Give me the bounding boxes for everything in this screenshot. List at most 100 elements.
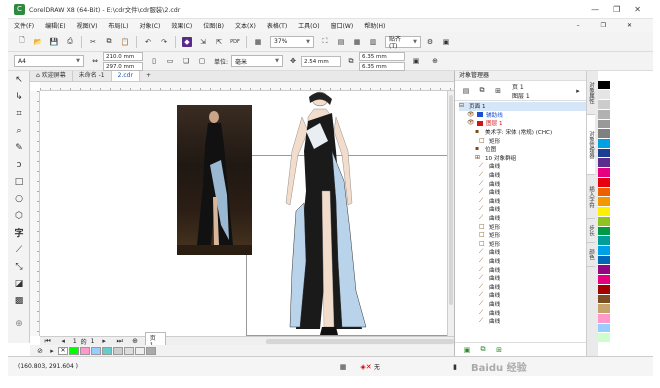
tree-item[interactable]: ⟋ 曲线 xyxy=(459,308,586,317)
menu-effects[interactable]: 效果(C) xyxy=(171,21,192,30)
tree-item[interactable]: ▪ 位图 xyxy=(459,145,586,154)
tree-item[interactable]: ⟋ 曲线 xyxy=(459,205,586,214)
duplicate-x-field[interactable]: 6.35 mm xyxy=(359,51,406,61)
undo-icon[interactable]: ↶ xyxy=(143,37,153,47)
doc-minimize-icon[interactable]: – xyxy=(577,22,580,29)
pick-tool-icon[interactable]: ↖ xyxy=(8,71,30,88)
print-icon[interactable]: ⎙ xyxy=(65,37,75,47)
tree-item[interactable]: ⟋ 曲线 xyxy=(459,317,586,326)
drawing-canvas[interactable] xyxy=(40,91,461,336)
freehand-tool-icon[interactable]: ✎ xyxy=(8,139,30,156)
color-swatch[interactable] xyxy=(113,346,123,355)
tree-item[interactable]: ▪ 美术字: 宋体 (常规) (CHC) xyxy=(459,128,586,137)
open-icon[interactable]: 📂 xyxy=(33,37,43,47)
redo-icon[interactable]: ↷ xyxy=(159,37,169,47)
cut-icon[interactable]: ✂ xyxy=(88,37,98,47)
palette-color-swatch[interactable] xyxy=(598,236,610,246)
color-swatch[interactable] xyxy=(69,346,79,355)
zoom-tool-icon[interactable]: ⌕ xyxy=(8,122,30,139)
palette-color-swatch[interactable] xyxy=(598,80,610,91)
horizontal-scroll-thumb[interactable] xyxy=(265,338,454,344)
menu-edit[interactable]: 编辑(E) xyxy=(45,21,65,30)
show-properties-icon[interactable]: ▤ xyxy=(461,86,471,96)
palette-color-swatch[interactable] xyxy=(598,294,610,305)
snap-to-select[interactable]: 贴齐(T) ▼ xyxy=(385,35,421,50)
palette-color-swatch[interactable] xyxy=(598,158,610,169)
all-pages-icon[interactable]: ❏ xyxy=(181,56,191,66)
copy-icon[interactable]: ⧉ xyxy=(104,37,114,47)
export-icon[interactable]: ⇱ xyxy=(214,37,224,47)
menu-layout[interactable]: 布局(L) xyxy=(108,21,128,30)
new-document-icon[interactable]: 🗋 xyxy=(17,36,27,47)
palette-color-swatch[interactable] xyxy=(598,245,610,256)
palette-color-swatch[interactable] xyxy=(598,71,610,81)
tree-item[interactable]: □ 矩形 xyxy=(459,231,586,240)
tree-item[interactable]: ⟋ 曲线 xyxy=(459,265,586,274)
palette-menu-icon[interactable]: ▸ xyxy=(47,346,57,356)
options-gear-icon[interactable]: ⚙ xyxy=(425,37,435,47)
palette-color-swatch[interactable] xyxy=(598,139,610,149)
tree-item[interactable]: ⟋ 曲线 xyxy=(459,214,586,223)
paste-icon[interactable]: 📋 xyxy=(120,37,130,47)
menu-text[interactable]: 文本(X) xyxy=(235,21,256,30)
color-swatch[interactable] xyxy=(91,346,101,355)
add-tool-icon[interactable]: ⊕ xyxy=(8,315,30,332)
palette-color-swatch[interactable] xyxy=(598,187,610,198)
tree-item[interactable]: ⟋ 曲线 xyxy=(459,162,586,171)
landscape-icon[interactable]: ▭ xyxy=(165,56,175,66)
add-icon[interactable]: ⊕ xyxy=(430,56,440,66)
palette-color-swatch[interactable] xyxy=(598,226,610,237)
minimize-icon[interactable]: — xyxy=(591,5,599,14)
fashion-illustration[interactable] xyxy=(262,91,382,336)
show-grid-icon[interactable]: ▦ xyxy=(352,37,362,47)
tree-item[interactable]: ⟋ 曲线 xyxy=(459,291,586,300)
ellipse-tool-icon[interactable]: ○ xyxy=(8,190,30,207)
tree-item[interactable]: □ 矩形 xyxy=(459,222,586,231)
color-swatch[interactable] xyxy=(146,346,156,355)
page-width-field[interactable]: 210.0 mm xyxy=(103,51,143,61)
tree-item[interactable]: □ 矩形 xyxy=(459,240,586,249)
color-swatch[interactable] xyxy=(135,346,145,355)
docker-menu-icon[interactable]: ▸ xyxy=(573,86,583,96)
treat-as-filled-icon[interactable]: ▣ xyxy=(411,56,421,66)
tree-item[interactable]: 👁 辅助线 xyxy=(459,111,586,120)
tab-welcome[interactable]: ⌂ 欢迎屏幕 xyxy=(30,71,73,81)
tree-item[interactable]: ⊞ 10 对象群组 xyxy=(459,154,586,163)
tree-item[interactable]: ⟋ 曲线 xyxy=(459,171,586,180)
shape-tool-icon[interactable]: ↳ xyxy=(8,88,30,105)
new-tab-icon[interactable]: + xyxy=(140,71,157,81)
palette-color-swatch[interactable] xyxy=(598,100,610,110)
crop-tool-icon[interactable]: ⌗ xyxy=(8,105,30,122)
palette-color-swatch[interactable] xyxy=(598,197,610,208)
publish-pdf-icon[interactable]: PDF xyxy=(230,37,240,47)
color-swatch[interactable] xyxy=(80,346,90,355)
connector-tool-icon[interactable]: ⤡ xyxy=(8,258,30,275)
search-content-icon[interactable]: ◆ xyxy=(182,36,192,47)
menu-bitmaps[interactable]: 位图(B) xyxy=(203,21,224,30)
tree-item[interactable]: 👁 图层 1 xyxy=(459,119,586,128)
tab-object-manager[interactable]: 对象管理器 xyxy=(587,115,595,175)
tab-object-properties[interactable]: 对象属性 xyxy=(587,71,595,115)
menu-object[interactable]: 对象(C) xyxy=(139,21,160,30)
menu-tools[interactable]: 工具(O) xyxy=(298,21,319,30)
tab-insert-character[interactable]: 插入字符 xyxy=(587,175,595,219)
launch-icon[interactable]: ▣ xyxy=(441,37,451,47)
palette-color-swatch[interactable] xyxy=(598,207,610,217)
close-icon[interactable]: ✕ xyxy=(634,5,641,14)
color-swatch[interactable] xyxy=(124,346,134,355)
palette-color-swatch[interactable] xyxy=(598,177,610,188)
palette-color-swatch[interactable] xyxy=(598,333,610,344)
show-guidelines-icon[interactable]: ▥ xyxy=(368,37,378,47)
menu-table[interactable]: 表格(T) xyxy=(267,21,287,30)
doc-restore-icon[interactable]: ❐ xyxy=(601,22,606,29)
shadow-tool-icon[interactable]: ◪ xyxy=(8,275,30,292)
new-layer-icon[interactable]: ▣ xyxy=(462,345,472,355)
horizontal-ruler[interactable] xyxy=(40,82,454,91)
zoom-level-select[interactable]: 37% ▼ xyxy=(270,35,314,48)
rectangle-tool-icon[interactable]: □ xyxy=(8,173,30,190)
tab-step[interactable]: 步长 xyxy=(587,219,595,243)
menu-view[interactable]: 视图(V) xyxy=(77,21,98,30)
tree-item[interactable]: ⊟ 页面 1 xyxy=(459,102,586,111)
palette-color-swatch[interactable] xyxy=(598,313,610,324)
tree-item[interactable]: ⟋ 曲线 xyxy=(459,257,586,266)
